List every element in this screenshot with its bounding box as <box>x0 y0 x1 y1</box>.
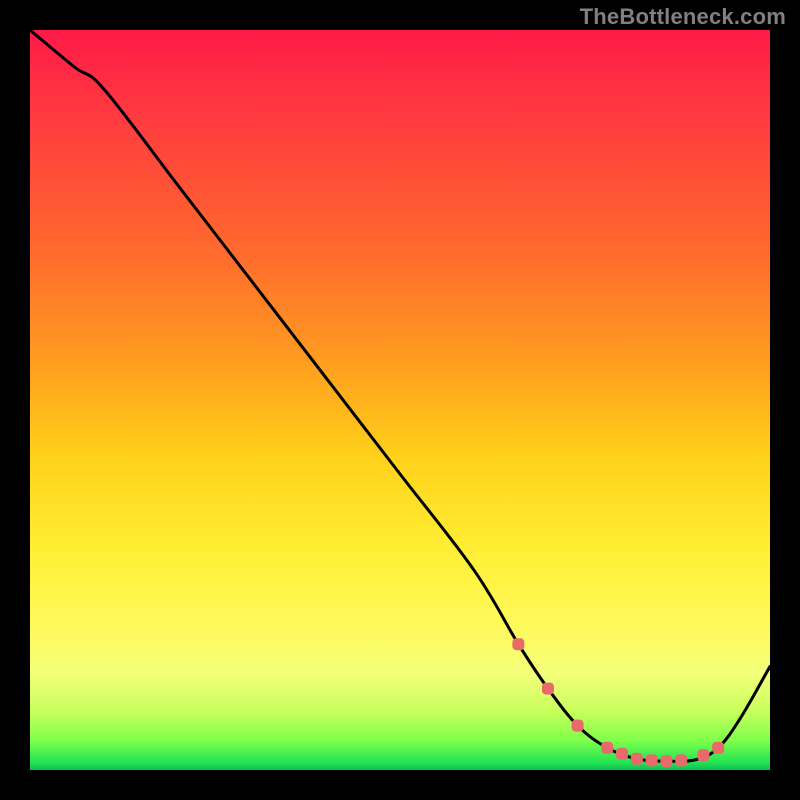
curve-line <box>30 30 770 761</box>
watermark-text: TheBottleneck.com <box>580 4 786 30</box>
min-band-marker <box>572 720 584 732</box>
min-band-marker <box>616 748 628 760</box>
min-band-marker <box>660 755 672 767</box>
min-band-marker <box>512 638 524 650</box>
chart-frame: TheBottleneck.com <box>0 0 800 800</box>
min-band-marker <box>631 753 643 765</box>
min-band-marker <box>712 742 724 754</box>
curve-layer <box>30 30 770 761</box>
min-band-marker <box>697 749 709 761</box>
plot-area <box>30 30 770 770</box>
chart-svg <box>30 30 770 770</box>
min-band-marker <box>542 683 554 695</box>
min-band-marker <box>601 742 613 754</box>
min-band-marker <box>646 754 658 766</box>
min-band-markers <box>512 638 724 767</box>
min-band-marker <box>675 754 687 766</box>
